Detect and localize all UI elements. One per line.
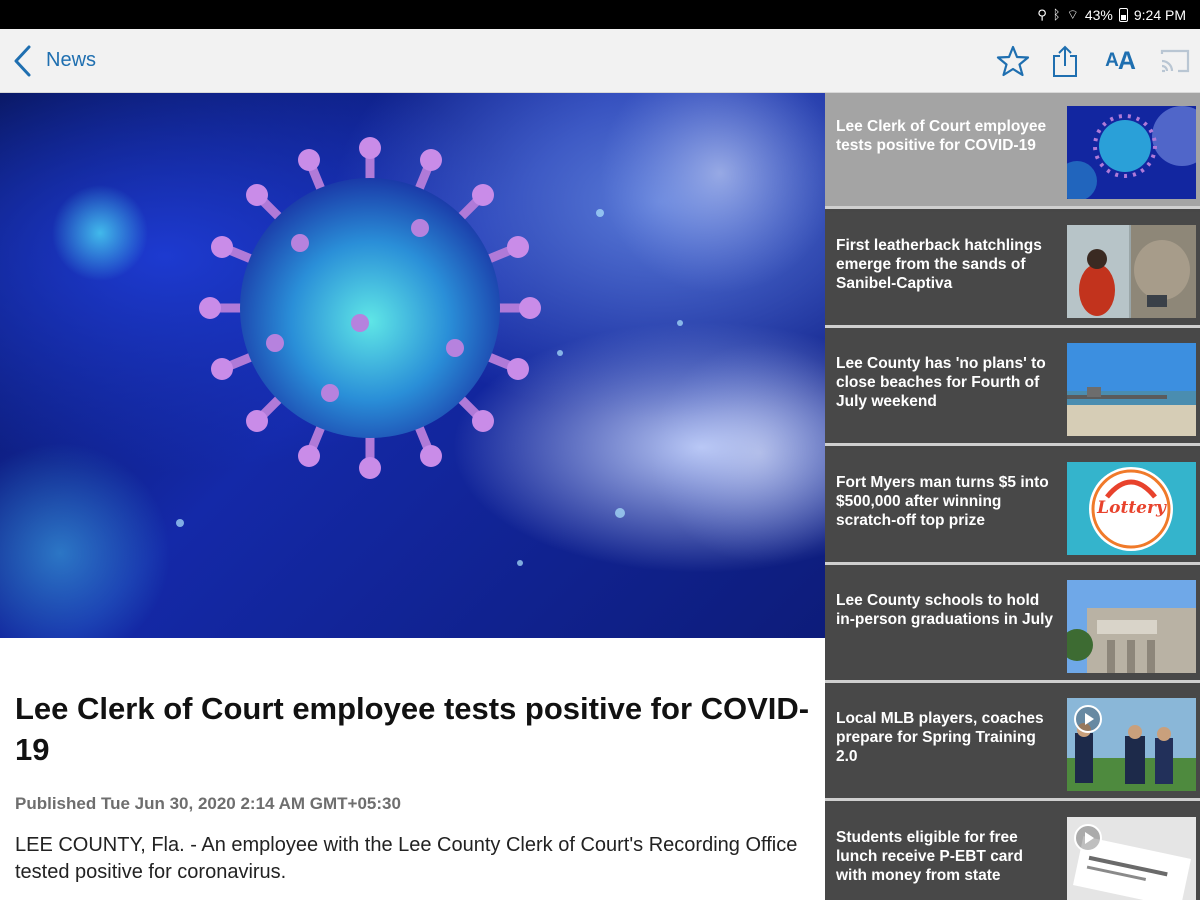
story-thumbnail xyxy=(1067,106,1196,199)
app-bar-actions: AA xyxy=(986,29,1200,93)
article-body: LEE COUNTY, Fla. - An employee with the … xyxy=(15,834,798,883)
star-icon xyxy=(996,45,1030,77)
lottery-logo-text: Lottery xyxy=(1097,498,1166,518)
story-item[interactable]: Lee County schools to hold in-person gra… xyxy=(825,567,1200,683)
share-button[interactable] xyxy=(1040,36,1090,86)
story-title: Local MLB players, coaches prepare for S… xyxy=(836,710,1044,765)
battery-percent: 43% xyxy=(1084,6,1113,23)
story-thumbnail: Lottery xyxy=(1067,462,1196,555)
related-stories-list: Lee Clerk of Court employee tests positi… xyxy=(825,93,1200,900)
location-icon: ⚲ xyxy=(1037,7,1047,22)
status-bar: ⚲ ᛒ ⌔ 43% 9:24 PM xyxy=(0,0,1200,29)
text-size-small-a: A xyxy=(1105,50,1119,71)
story-item[interactable]: Local MLB players, coaches prepare for S… xyxy=(825,685,1200,801)
app-bar: News AA xyxy=(0,29,1200,93)
coronavirus-illustration xyxy=(0,93,825,638)
back-button[interactable]: News xyxy=(0,29,96,92)
article-hero-image xyxy=(0,93,825,638)
back-chevron-icon xyxy=(14,45,31,76)
clock: 9:24 PM xyxy=(1133,6,1186,23)
cast-icon xyxy=(1160,49,1190,73)
wifi-icon: ⌔ xyxy=(1066,7,1079,22)
back-label: News xyxy=(46,49,97,71)
story-item[interactable]: Lee County has 'no plans' to close beach… xyxy=(825,330,1200,446)
story-item[interactable]: Students eligible for free lunch receive… xyxy=(825,804,1200,900)
favorite-button[interactable] xyxy=(988,36,1038,86)
article-published-date: Published Tue Jun 30, 2020 2:14 AM GMT+0… xyxy=(15,794,401,813)
story-thumbnail xyxy=(1067,817,1196,900)
play-video-icon xyxy=(1074,824,1102,852)
text-size-button[interactable]: AA xyxy=(1092,36,1148,86)
bluetooth-icon: ᛒ xyxy=(1052,7,1061,22)
story-title: Lee County schools to hold in-person gra… xyxy=(836,592,1054,628)
share-icon xyxy=(1053,45,1077,77)
article: Lee Clerk of Court employee tests positi… xyxy=(0,638,825,900)
cast-button[interactable] xyxy=(1150,36,1200,86)
story-title: First leatherback hatchlings emerge from… xyxy=(836,237,1042,292)
story-thumbnail xyxy=(1067,698,1196,791)
play-video-icon xyxy=(1074,705,1102,733)
story-title: Fort Myers man turns $5 into $500,000 af… xyxy=(836,474,1049,529)
battery-icon xyxy=(1118,7,1128,22)
story-title: Lee County has 'no plans' to close beach… xyxy=(836,355,1046,410)
story-thumbnail xyxy=(1067,225,1196,318)
text-size-large-a: A xyxy=(1117,46,1136,75)
story-item[interactable]: First leatherback hatchlings emerge from… xyxy=(825,212,1200,328)
story-thumbnail xyxy=(1067,580,1196,673)
story-thumbnail xyxy=(1067,343,1196,436)
story-title: Lee Clerk of Court employee tests positi… xyxy=(836,118,1047,154)
story-item[interactable]: Fort Myers man turns $5 into $500,000 af… xyxy=(825,449,1200,565)
article-headline: Lee Clerk of Court employee tests positi… xyxy=(15,691,810,767)
story-title: Students eligible for free lunch receive… xyxy=(836,829,1023,884)
story-item[interactable]: Lee Clerk of Court employee tests positi… xyxy=(825,93,1200,209)
